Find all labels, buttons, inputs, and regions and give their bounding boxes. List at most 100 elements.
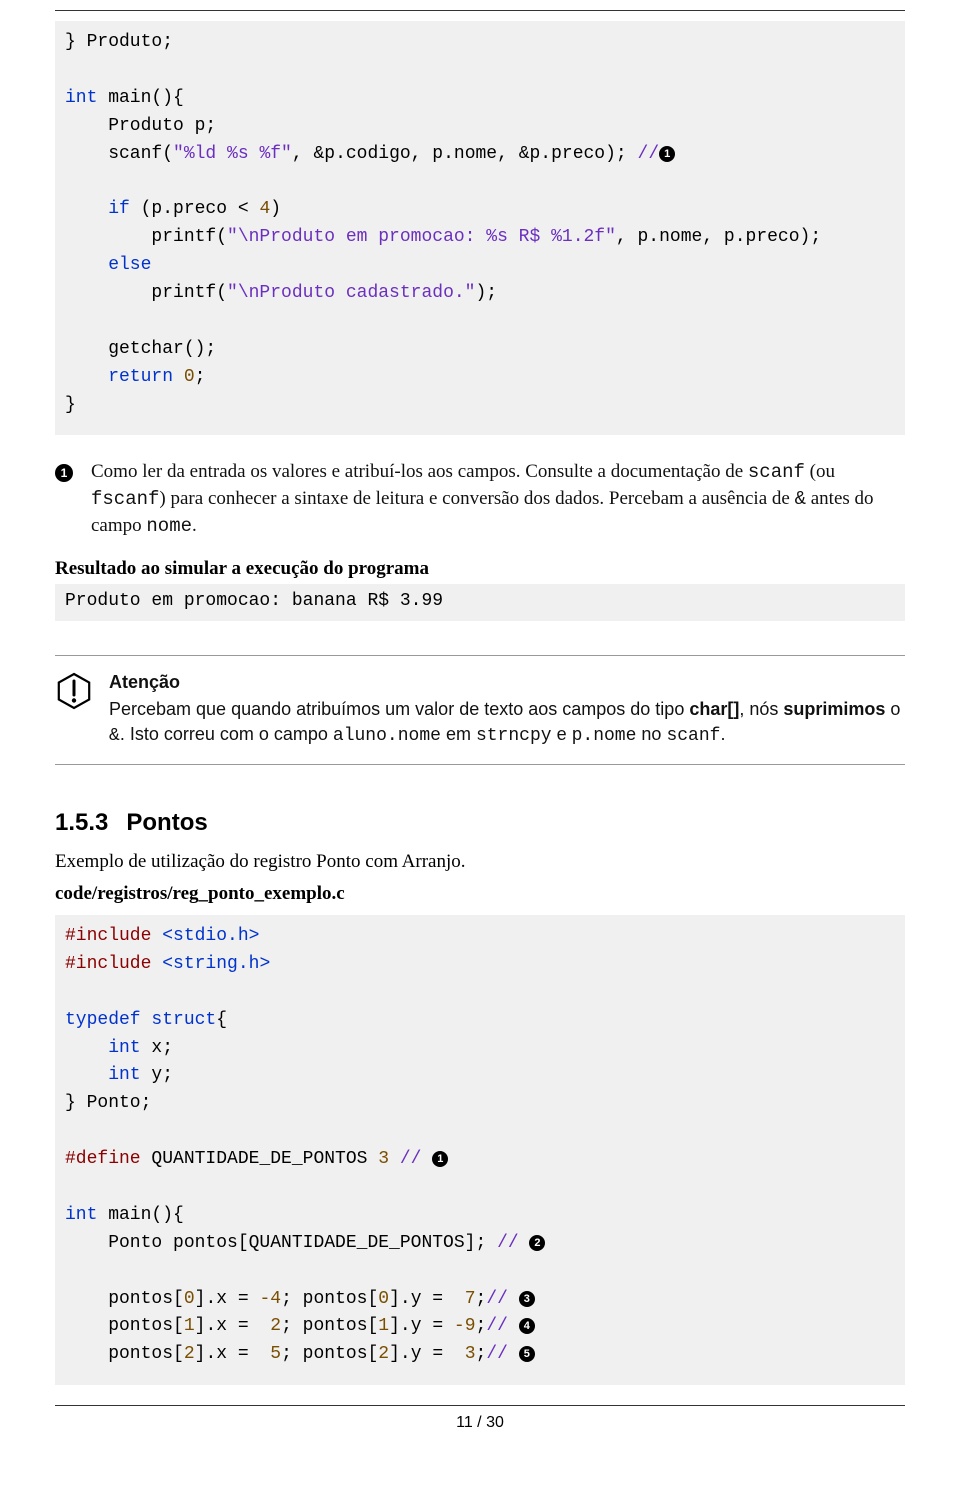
code-directive: #define [65, 1149, 141, 1169]
inline-code: & [109, 726, 120, 746]
inline-code: aluno.nome [333, 726, 441, 746]
code-text: (p.preco < [130, 199, 260, 219]
code-text: QUANTIDADE_DE_PONTOS [141, 1149, 379, 1169]
text: Percebam que quando atribuímos um valor … [109, 699, 689, 719]
code-line: } Ponto; [65, 1093, 151, 1113]
result-output: Produto em promocao: banana R$ 3.99 [55, 584, 905, 621]
code-number: 3 [378, 1149, 389, 1169]
code-string: "%ld %s %f" [173, 144, 292, 164]
code-text: ; pontos[ [281, 1316, 378, 1336]
code-text: ; [476, 1344, 487, 1364]
code-number: -4 [259, 1289, 281, 1309]
code-text: , &p.codigo, p.nome, &p.preco); [292, 144, 638, 164]
admonition-text: Percebam que quando atribuímos um valor … [109, 697, 905, 750]
code-text: ].y = [389, 1316, 454, 1336]
code-comment: // [486, 1289, 518, 1309]
code-text: ) [270, 199, 281, 219]
code-keyword: if [65, 199, 130, 219]
code-text: Ponto pontos[QUANTIDADE_DE_PONTOS]; [65, 1233, 497, 1253]
code-line: } Produto; [65, 32, 173, 52]
code-number: 1 [184, 1316, 195, 1336]
code-comment: // [389, 1149, 432, 1169]
code-block-ponto: #include <stdio.h> #include <string.h> t… [55, 915, 905, 1385]
top-rule [55, 10, 905, 11]
inline-code: strncpy [476, 726, 552, 746]
code-text: ; [195, 367, 206, 387]
callout-marker-icon: 3 [519, 1291, 535, 1307]
code-text: ].x = [195, 1289, 260, 1309]
code-line: } [65, 395, 76, 415]
callout-marker-icon: 1 [659, 146, 675, 162]
code-keyword: int [65, 1205, 97, 1225]
code-text: y; [141, 1065, 173, 1085]
code-text: ); [475, 283, 497, 303]
text: , nós [739, 699, 783, 719]
code-keyword: else [65, 255, 151, 275]
text: Como ler da entrada os valores e atribuí… [91, 461, 748, 482]
text: . [192, 515, 197, 536]
code-text: scanf( [65, 144, 173, 164]
text: e [552, 724, 572, 744]
code-line: Produto p; [65, 116, 216, 136]
code-text: { [216, 1010, 227, 1030]
inline-code: p.nome [572, 726, 637, 746]
code-number: 0 [184, 1289, 195, 1309]
code-number: -9 [454, 1316, 476, 1336]
code-text: ; pontos[ [281, 1289, 378, 1309]
text: (ou [805, 461, 835, 482]
callout-marker-icon: 5 [519, 1346, 535, 1362]
inline-code: scanf [748, 461, 805, 483]
bold-text: char[] [689, 699, 739, 719]
code-comment: // [638, 144, 660, 164]
code-number: 0 [184, 367, 195, 387]
code-number: 5 [270, 1344, 281, 1364]
bottom-rule [55, 1405, 905, 1406]
code-number: 4 [259, 199, 270, 219]
code-include: <string.h> [151, 954, 270, 974]
code-block-produto: } Produto; int main(){ Produto p; scanf(… [55, 21, 905, 435]
code-text: ; pontos[ [281, 1344, 378, 1364]
code-text [173, 367, 184, 387]
section-title: Pontos [126, 809, 207, 836]
inline-code: & [795, 488, 806, 510]
code-keyword: int [65, 88, 97, 108]
inline-code: fscanf [91, 488, 159, 510]
text: . [720, 724, 725, 744]
code-text: printf( [65, 283, 227, 303]
code-directive: #include [65, 954, 151, 974]
code-keyword: typedef struct [65, 1010, 216, 1030]
page-number: 11 / 30 [55, 1414, 905, 1432]
code-text: pontos[ [65, 1344, 184, 1364]
code-text: pontos[ [65, 1316, 184, 1336]
callout-marker-icon: 2 [529, 1235, 545, 1251]
callout-marker-icon: 4 [519, 1318, 535, 1334]
bold-text: supri­mimos [783, 699, 885, 719]
code-comment: // [497, 1233, 529, 1253]
code-number: 2 [184, 1344, 195, 1364]
code-number: 2 [270, 1316, 281, 1336]
code-string: "\nProduto em promocao: %s R$ %1.2f" [227, 227, 616, 247]
code-keyword: int [65, 1038, 141, 1058]
code-text: ; [476, 1316, 487, 1336]
code-string: "\nProduto cadastrado." [227, 283, 475, 303]
code-number: 3 [465, 1344, 476, 1364]
section-intro: Exemplo de utilização do registro Ponto … [55, 851, 905, 873]
callout-item: 1 Como ler da entrada os valores e atrib… [55, 459, 905, 540]
code-text: ].y = [389, 1344, 465, 1364]
callout-text: Como ler da entrada os valores e atribuí… [91, 459, 905, 540]
code-keyword: int [65, 1065, 141, 1085]
result-title: Resultado ao simular a execução do progr… [55, 558, 905, 580]
section-heading: 1.5.3Pontos [55, 809, 905, 837]
text: . Isto correu com o campo [120, 724, 333, 744]
code-keyword: return [65, 367, 173, 387]
code-text: ].x = [195, 1316, 271, 1336]
inline-code: nome [146, 515, 192, 537]
code-line: getchar(); [65, 339, 216, 359]
code-directive: #include [65, 926, 151, 946]
admonition-warning: Atenção Percebam que quando atribuímos u… [55, 655, 905, 765]
code-text: ; [476, 1289, 487, 1309]
inline-code: scanf [666, 726, 720, 746]
admonition-title: Atenção [109, 670, 905, 696]
code-text: x; [141, 1038, 173, 1058]
callout-number-icon: 1 [55, 464, 73, 482]
